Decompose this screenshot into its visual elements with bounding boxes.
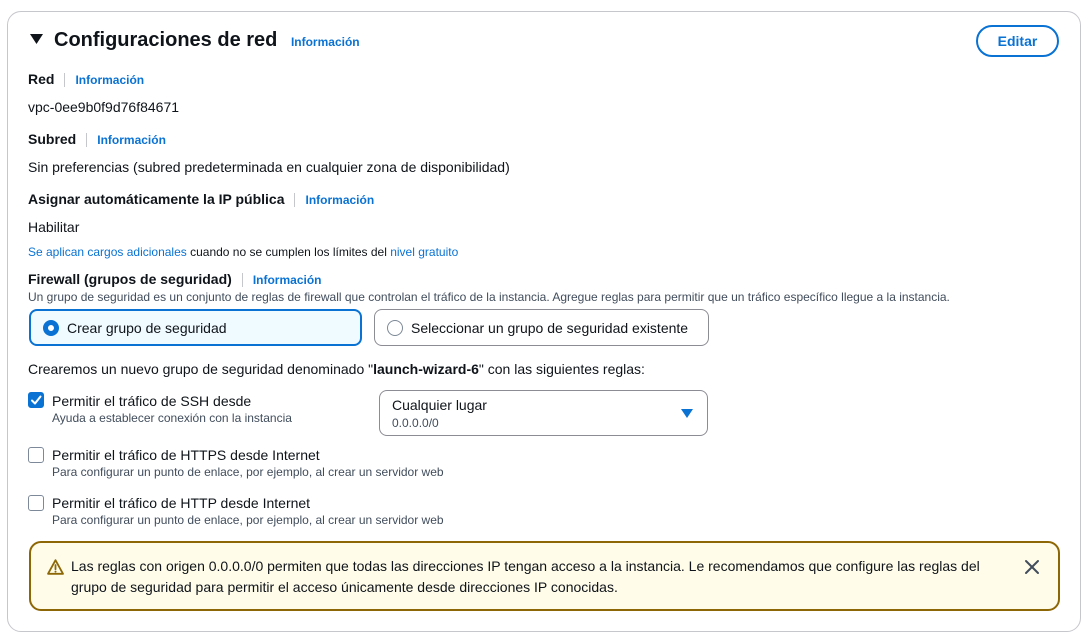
divider xyxy=(241,273,243,288)
warning-triangle-icon xyxy=(47,559,64,575)
subnet-label: Subred xyxy=(28,131,77,147)
free-tier-link[interactable]: nivel gratuito xyxy=(390,245,458,259)
caret-down-icon[interactable] xyxy=(30,33,43,45)
warning-alert: Las reglas con origen 0.0.0.0/0 permiten… xyxy=(29,541,1060,611)
divider xyxy=(294,193,296,208)
create-security-group-option[interactable]: Crear grupo de seguridad xyxy=(29,309,362,346)
subnet-info-link[interactable]: Información xyxy=(97,133,166,147)
radio-unselected-icon[interactable] xyxy=(387,319,403,336)
network-value: vpc-0ee9b0f9d76f84671 xyxy=(28,99,180,115)
select-existing-group-label: Seleccionar un grupo de seguridad existe… xyxy=(411,319,689,336)
firewall-info-link[interactable]: Información xyxy=(253,273,322,287)
ssh-source-cidr: 0.0.0.0/0 xyxy=(392,416,439,430)
free-tier-note: Se aplican cargos adicionales cuando no … xyxy=(28,245,458,259)
public-ip-label-row: Asignar automáticamente la IP pública Inf… xyxy=(28,191,374,208)
ssh-source-select[interactable]: Cualquier lugar 0.0.0.0/0 xyxy=(379,390,708,436)
firewall-description: Un grupo de seguridad es un conjunto de … xyxy=(28,290,950,304)
caret-down-filled-icon xyxy=(681,409,693,418)
https-rule-label[interactable]: Permitir el tráfico de HTTPS desde Inter… xyxy=(52,447,320,463)
http-rule-checkbox[interactable] xyxy=(28,495,44,511)
info-link[interactable]: Información xyxy=(291,35,360,49)
ssh-rule-checkbox[interactable] xyxy=(28,392,44,408)
https-rule-checkbox[interactable] xyxy=(28,447,44,463)
subnet-value: Sin preferencias (subred predeterminada … xyxy=(28,159,510,175)
additional-charges-link[interactable]: Se aplican cargos adicionales xyxy=(28,245,187,259)
http-rule-description: Para configurar un punto de enlace, por … xyxy=(52,513,444,527)
section-title: Configuraciones de red Información xyxy=(54,29,360,51)
create-security-group-label: Crear grupo de seguridad xyxy=(67,319,227,336)
ssh-source-selected: Cualquier lugar xyxy=(392,397,487,413)
divider xyxy=(86,133,88,148)
subnet-label-row: Subred Información xyxy=(28,131,166,148)
ssh-rule-description: Ayuda a establecer conexión con la insta… xyxy=(52,411,292,425)
select-existing-group-option[interactable]: Seleccionar un grupo de seguridad existe… xyxy=(374,309,709,346)
firewall-label-row: Firewall (grupos de seguridad) Informació… xyxy=(28,271,322,288)
edit-button[interactable]: Editar xyxy=(976,25,1059,57)
public-ip-value: Habilitar xyxy=(28,219,80,235)
http-rule-label[interactable]: Permitir el tráfico de HTTP desde Intern… xyxy=(52,495,310,511)
radio-selected-icon[interactable] xyxy=(43,319,59,336)
network-label-row: Red Información xyxy=(28,71,144,88)
ssh-rule-label[interactable]: Permitir el tráfico de SSH desde xyxy=(52,393,251,409)
close-icon[interactable] xyxy=(1024,559,1040,575)
public-ip-label: Asignar automáticamente la IP pública xyxy=(28,191,285,207)
network-settings-panel: Configuraciones de red Información Edita… xyxy=(7,11,1081,632)
security-group-intro: Crearemos un nuevo grupo de seguridad de… xyxy=(28,361,645,377)
divider xyxy=(64,73,66,88)
free-tier-note-text: cuando no se cumplen los límites del xyxy=(186,245,391,259)
warning-text: Las reglas con origen 0.0.0.0/0 permiten… xyxy=(71,558,980,595)
network-label: Red xyxy=(28,71,55,87)
network-info-link[interactable]: Información xyxy=(75,73,144,87)
https-rule-description: Para configurar un punto de enlace, por … xyxy=(52,465,444,479)
security-group-name: launch-wizard-6 xyxy=(373,361,479,377)
firewall-label: Firewall (grupos de seguridad) xyxy=(28,271,232,287)
checkmark-icon xyxy=(31,395,42,405)
public-ip-info-link[interactable]: Información xyxy=(305,193,374,207)
